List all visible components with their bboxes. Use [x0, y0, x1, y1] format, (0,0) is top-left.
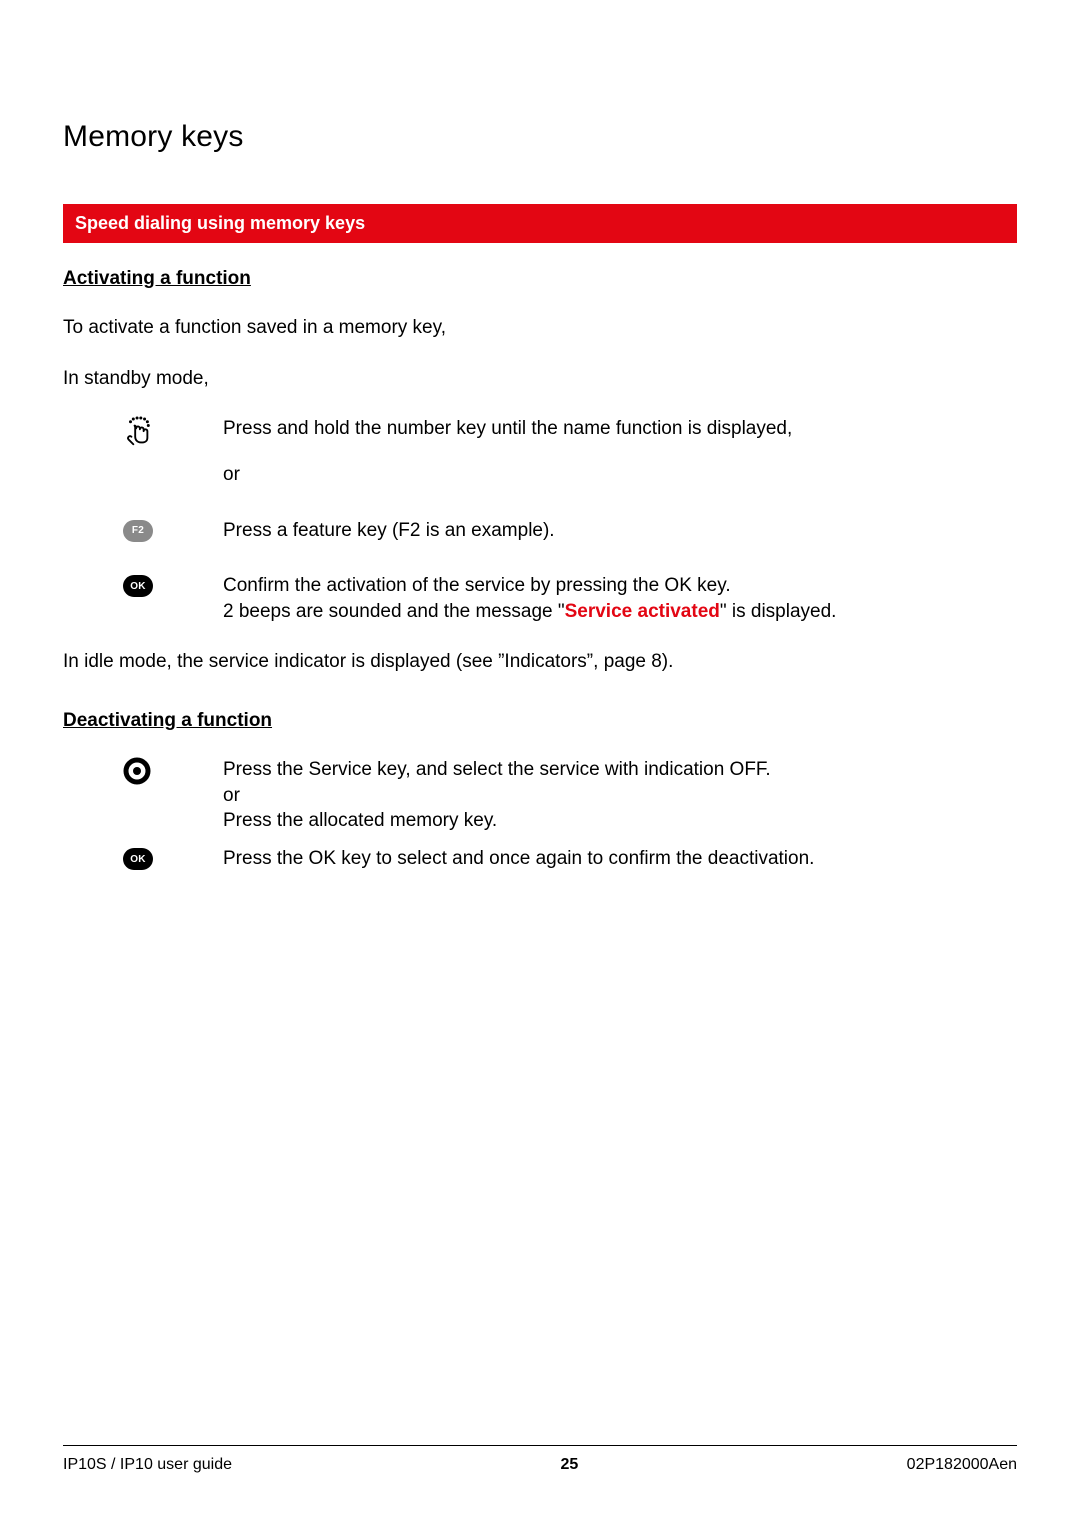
activating-intro-1: To activate a function saved in a memory…	[63, 315, 1017, 341]
deactivating-step-1: Press the Service key, and select the se…	[63, 757, 1017, 834]
footer-right: 02P182000Aen	[907, 1456, 1017, 1474]
page-heading: Memory keys	[63, 120, 1017, 154]
activating-step-1-text: Press and hold the number key until the …	[223, 416, 1017, 442]
deactivating-step-1c-text: Press the allocated memory key.	[223, 808, 1017, 834]
activating-intro-2: In standby mode,	[63, 366, 1017, 392]
touch-hold-icon	[123, 416, 153, 455]
activating-step-1-or: or	[223, 462, 1017, 488]
service-key-icon	[123, 757, 151, 790]
f2-key-icon: F2	[123, 520, 153, 542]
idle-mode-note: In idle mode, the service indicator is d…	[63, 649, 1017, 675]
ok-key-icon: OK	[123, 848, 153, 870]
activating-subhead: Activating a function	[63, 268, 1017, 290]
activating-step-2-text: Press a feature key (F2 is an example).	[223, 518, 1017, 544]
deactivating-step-1a-text: Press the Service key, and select the se…	[223, 757, 1017, 783]
activating-step-1: Press and hold the number key until the …	[63, 416, 1017, 507]
deactivating-step-2: OK Press the OK key to select and once a…	[63, 846, 1017, 892]
deactivating-step-1b-text: or	[223, 783, 1017, 809]
activating-step-2: F2 Press a feature key (F2 is an example…	[63, 518, 1017, 564]
footer-page-number: 25	[560, 1456, 578, 1474]
service-activated-msg: Service activated	[565, 601, 720, 622]
activating-step-3a-text: Confirm the activation of the service by…	[223, 573, 1017, 599]
ok-key-icon: OK	[123, 575, 153, 597]
activating-step-3b-text: 2 beeps are sounded and the message "Ser…	[223, 599, 1017, 625]
deactivating-step-2-text: Press the OK key to select and once agai…	[223, 846, 1017, 872]
page-footer: IP10S / IP10 user guide 25 02P182000Aen	[63, 1445, 1017, 1474]
activating-step-3: OK Confirm the activation of the service…	[63, 573, 1017, 624]
deactivating-subhead: Deactivating a function	[63, 710, 1017, 732]
footer-left: IP10S / IP10 user guide	[63, 1456, 232, 1474]
section-title-bar: Speed dialing using memory keys	[63, 204, 1017, 243]
